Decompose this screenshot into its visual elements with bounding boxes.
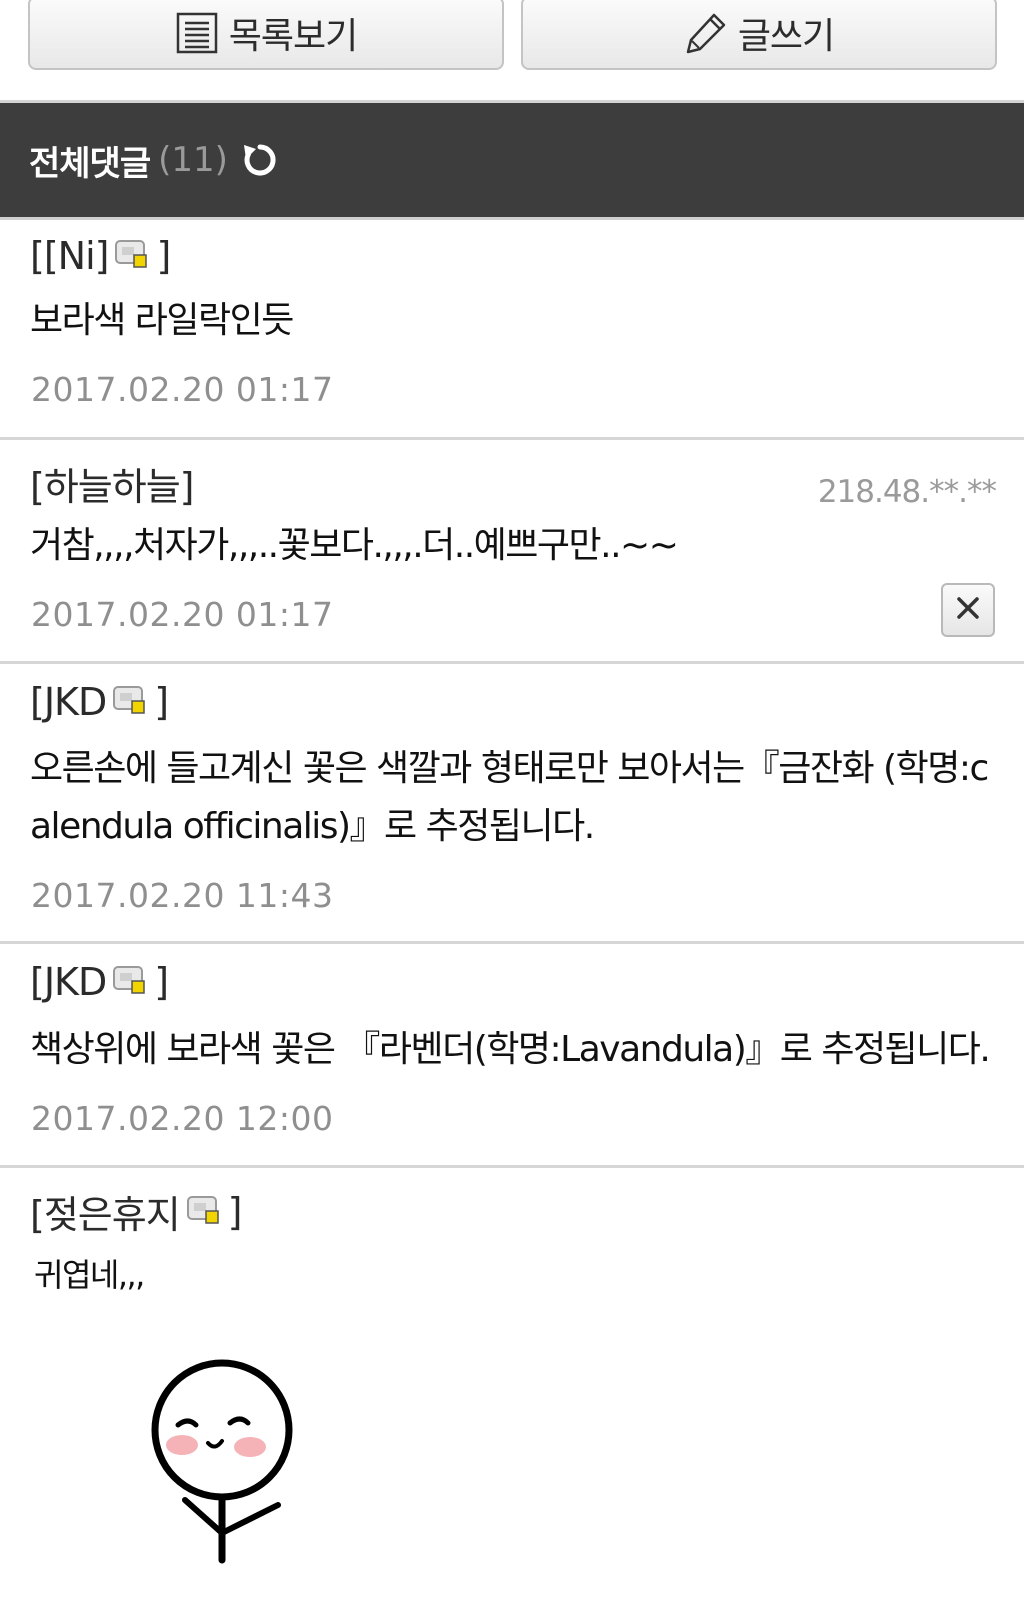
author-bracket: ] — [227, 1189, 243, 1234]
comments-title: 전체댓글 — [29, 143, 151, 184]
list-view-button[interactable]: 목록보기 — [28, 0, 504, 70]
comment-item: [JKD ] 오른손에 들고계신 꽃은 색깔과 형태로만 보아서는『금잔화 (학… — [0, 664, 1024, 944]
comment-text: 거참,,,,처자가,,,..꽃보다.,,,.더..예쁘구만..~~ — [30, 525, 679, 566]
author-bracket: ] — [154, 680, 169, 724]
comment-text-line: alendula officinalis)』로 추정됩니다. — [30, 806, 595, 847]
comment-author[interactable]: [젖은휴지 ] — [30, 1184, 242, 1239]
comment-text-line: 오른손에 들고계신 꽃은 색깔과 형태로만 보아서는『금잔화 (학명:c — [30, 748, 989, 789]
member-badge-icon — [112, 960, 148, 1004]
toolbar: 목록보기 글쓰기 — [0, 0, 1024, 102]
author-name: [젖은휴지 — [30, 1193, 181, 1237]
author-bracket: ] — [154, 960, 169, 1004]
refresh-icon[interactable] — [240, 140, 280, 180]
author-name: [JKD — [30, 960, 107, 1004]
comment-date: 2017.02.20 11:43 — [31, 876, 334, 915]
member-badge-icon — [114, 234, 150, 278]
comment-item: [[Ni] ] 보라색 라일락인듯 2017.02.20 01:17 — [0, 220, 1024, 440]
delete-comment-button[interactable] — [941, 583, 995, 637]
comment-author[interactable]: [하늘하늘] — [30, 456, 194, 511]
comment-date: 2017.02.20 12:00 — [31, 1099, 334, 1138]
comment-author[interactable]: [JKD ] — [30, 960, 169, 1004]
comment-author[interactable]: [JKD ] — [30, 680, 169, 724]
close-icon — [956, 596, 980, 624]
comment-item: [하늘하늘] 218.48.**.** 거참,,,,처자가,,,..꽃보다.,,… — [0, 440, 1024, 664]
smiling-stick-figure-sticker — [140, 1355, 300, 1569]
list-view-label: 목록보기 — [228, 16, 358, 57]
comment-text: 오른손에 들고계신 꽃은 색깔과 형태로만 보아서는『금잔화 (학명:c ale… — [30, 740, 994, 856]
author-bracket: ] — [156, 234, 171, 278]
comment-author[interactable]: [[Ni] ] — [30, 234, 171, 278]
author-name: [JKD — [30, 680, 107, 724]
member-badge-icon — [186, 1190, 222, 1234]
author-name: [[Ni] — [30, 234, 109, 278]
comment-text: 귀엽네,,, — [34, 1256, 145, 1294]
write-button[interactable]: 글쓰기 — [521, 0, 997, 70]
write-label: 글쓰기 — [737, 16, 835, 57]
comment-text: 보라색 라일락인듯 — [30, 300, 294, 341]
comment-date: 2017.02.20 01:17 — [31, 595, 334, 634]
author-ip: 218.48.**.** — [817, 474, 997, 510]
comments-header: 전체댓글 (11) — [0, 103, 1024, 217]
author-name: [하늘하늘] — [30, 465, 194, 509]
comments-count: (11) — [158, 140, 228, 180]
member-badge-icon — [112, 680, 148, 724]
comment-item: [JKD ] 책상위에 보라색 꽃은 『라벤더(학명:Lavandula)』로 … — [0, 944, 1024, 1168]
pencil-icon — [684, 11, 728, 55]
list-icon — [175, 11, 219, 55]
comment-text: 책상위에 보라색 꽃은 『라벤더(학명:Lavandula)』로 추정됩니다. — [30, 1029, 991, 1070]
comment-date: 2017.02.20 01:17 — [31, 370, 334, 409]
